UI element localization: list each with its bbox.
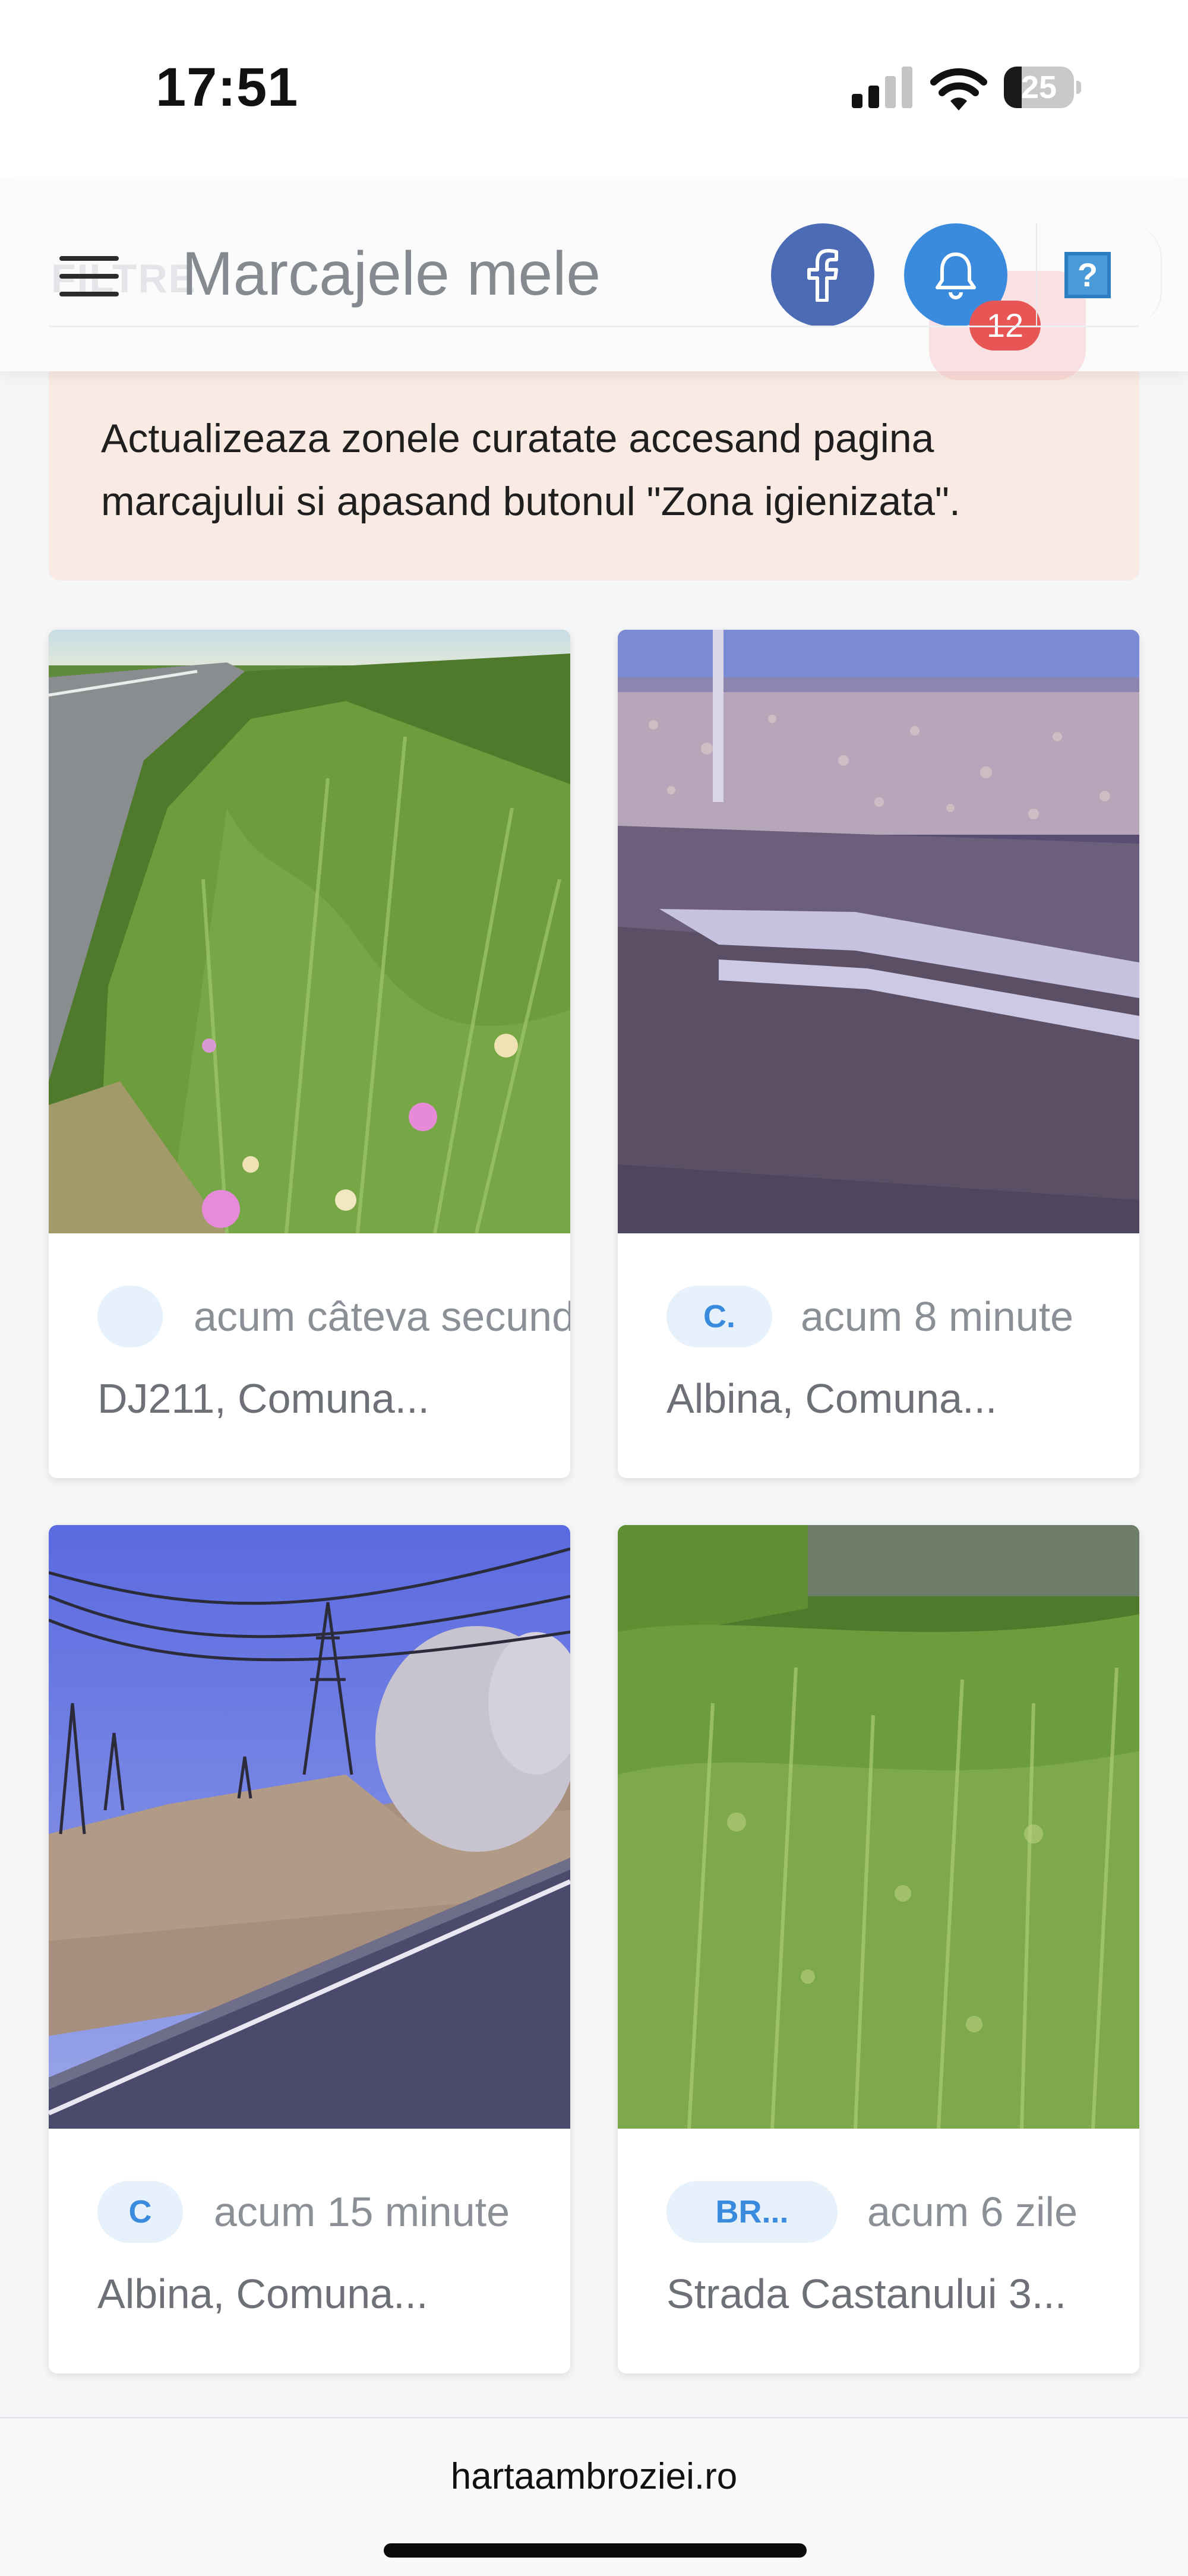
- marker-location: Strada Castanului 3...: [666, 2271, 1067, 2317]
- header-divider: [1036, 223, 1037, 327]
- marker-time: acum câteva secunde: [194, 1293, 570, 1340]
- page-title: Marcajele mele: [182, 239, 601, 308]
- home-indicator[interactable]: [384, 2543, 807, 2558]
- help-icon[interactable]: ?: [1064, 252, 1111, 298]
- header-edge: [1126, 223, 1162, 327]
- bell-icon: [936, 252, 976, 299]
- marker-card[interactable]: C acum 15 minute Albina, Comuna...: [49, 1525, 570, 2373]
- marker-card-body: BR... acum 6 zile Strada Castanului 3...: [618, 2129, 1139, 2373]
- marker-card[interactable]: C. acum 8 minute Albina, Comuna...: [618, 630, 1139, 1478]
- marker-photo-dense-weeds[interactable]: [618, 1525, 1139, 2129]
- marker-photo-roadside-weeds[interactable]: [49, 630, 570, 1233]
- marker-location: Albina, Comuna...: [97, 2271, 428, 2317]
- marker-photo-powerlines-field[interactable]: [49, 1525, 570, 2129]
- marker-location: Albina, Comuna...: [666, 1375, 997, 1422]
- marker-time: acum 6 zile: [867, 2189, 1078, 2235]
- facebook-button[interactable]: [771, 223, 874, 327]
- marker-card-body: C. acum 8 minute Albina, Comuna...: [618, 1233, 1139, 1478]
- marker-card[interactable]: acum câteva secunde DJ211, Comuna...: [49, 630, 570, 1478]
- battery-level: 25: [1020, 70, 1057, 105]
- info-banner-text: Actualizeaza zonele curatate accesand pa…: [101, 416, 960, 524]
- marker-card[interactable]: BR... acum 6 zile Strada Castanului 3...: [618, 1525, 1139, 2373]
- info-banner: Actualizeaza zonele curatate accesand pa…: [49, 371, 1139, 580]
- marker-time: acum 15 minute: [214, 2189, 510, 2235]
- marker-card-body: acum câteva secunde DJ211, Comuna...: [49, 1233, 570, 1478]
- signal-icon: [852, 67, 912, 108]
- marker-photo-field-guardrail[interactable]: [618, 630, 1139, 1233]
- battery-icon: 25: [1004, 67, 1081, 108]
- user-chip: C: [97, 2181, 183, 2243]
- user-chip: BR...: [666, 2181, 838, 2243]
- marker-card-body: C acum 15 minute Albina, Comuna...: [49, 2129, 570, 2373]
- browser-footer: hartaambroziei.ro: [0, 2417, 1188, 2576]
- facebook-icon: [807, 249, 838, 302]
- wifi-icon: [930, 68, 987, 111]
- menu-icon[interactable]: [59, 252, 119, 300]
- marker-location: DJ211, Comuna...: [97, 1375, 429, 1422]
- app-header: FILTRE Marcajele mele 12 ?: [0, 178, 1188, 380]
- status-bar: 17:51 25: [0, 0, 1188, 178]
- user-chip: [97, 1286, 163, 1347]
- marker-time: acum 8 minute: [801, 1293, 1074, 1340]
- status-time: 17:51: [156, 57, 299, 118]
- header-underline: [49, 326, 1139, 327]
- site-domain[interactable]: hartaambroziei.ro: [0, 2455, 1188, 2498]
- user-chip: C.: [666, 1286, 772, 1347]
